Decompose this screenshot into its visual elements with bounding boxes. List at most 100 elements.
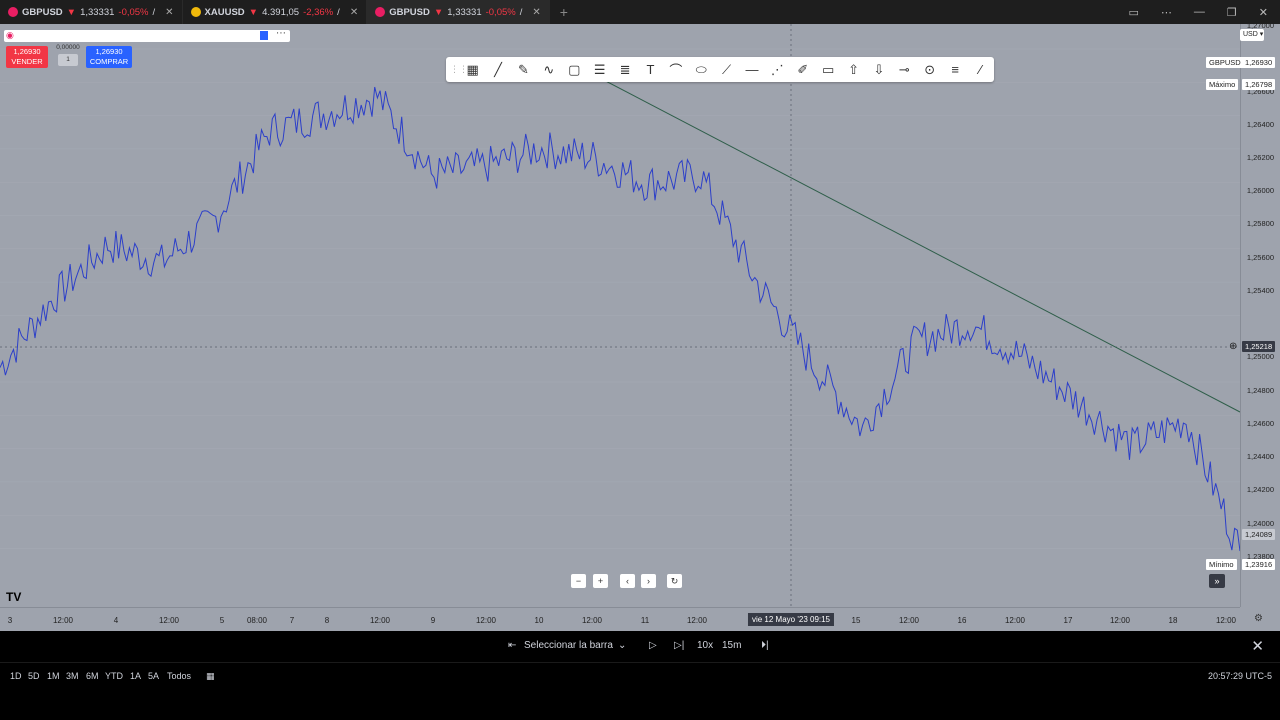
- horizontal-line-icon[interactable]: —: [739, 57, 764, 82]
- tab-price: 1,33331: [447, 6, 482, 18]
- time-tick: 3: [7, 616, 13, 625]
- drag-handle-icon[interactable]: ⋮⋮: [450, 64, 468, 75]
- tab-gbpusd-2[interactable]: GBPUSD ▼ 1,33331 -0,05% / ✕: [367, 0, 550, 24]
- range-all[interactable]: Todos: [167, 671, 191, 681]
- pen-icon[interactable]: ✐: [790, 57, 815, 82]
- reset-chart-button[interactable]: ↻: [667, 574, 682, 588]
- app-logo-icon: ◉: [6, 30, 14, 40]
- sell-button[interactable]: 1,26930 VENDER: [6, 46, 48, 68]
- new-tab-icon[interactable]: +: [550, 0, 578, 24]
- text-icon[interactable]: T: [638, 57, 663, 82]
- price-series-line: [0, 86, 1240, 552]
- range-3m[interactable]: 3M: [66, 671, 79, 681]
- go-to-realtime-button[interactable]: »: [1209, 574, 1225, 588]
- time-tick: 12:00: [686, 616, 708, 625]
- tab-gbpusd-1[interactable]: GBPUSD ▼ 1,33331 -0,05% / ✕: [0, 0, 183, 24]
- symbol-tag-value: 1,26930: [1245, 58, 1273, 67]
- symbol-search-bar[interactable]: ◉ ⋯: [4, 28, 290, 42]
- close-tab-icon[interactable]: ✕: [350, 7, 358, 18]
- ellipse-icon[interactable]: ⬭: [689, 57, 714, 82]
- minimize-icon[interactable]: —: [1194, 6, 1205, 18]
- arrow-up-icon[interactable]: ⇧: [841, 57, 866, 82]
- replay-interval[interactable]: 15m: [722, 640, 741, 651]
- range-1a[interactable]: 1A: [130, 671, 141, 681]
- chart-area[interactable]: [0, 24, 1280, 631]
- channel-icon[interactable]: ≣: [612, 57, 637, 82]
- calendar-icon[interactable]: ▦: [206, 671, 215, 682]
- symbol-price-value: 1,26930: [1242, 57, 1276, 68]
- currency-selector[interactable]: USD ▾: [1240, 29, 1264, 41]
- more-icon[interactable]: ⋯: [276, 28, 286, 39]
- ray-icon[interactable]: ⟋: [714, 57, 739, 82]
- range-1m[interactable]: 1M: [47, 671, 60, 681]
- more-icon[interactable]: ⋯: [1161, 6, 1172, 19]
- price-tick: 1,26000: [1246, 186, 1274, 195]
- scroll-left-button[interactable]: ‹: [620, 574, 635, 588]
- target-icon[interactable]: ⊙: [917, 57, 942, 82]
- rectangle-icon[interactable]: ▢: [562, 57, 587, 82]
- range-ytd[interactable]: YTD: [105, 671, 123, 681]
- gbpusd-flag-icon: [8, 7, 18, 17]
- zigzag-icon[interactable]: ∿: [536, 57, 561, 82]
- fib-icon[interactable]: ☰: [587, 57, 612, 82]
- select-bar-button[interactable]: Seleccionar la barra: [524, 640, 613, 651]
- time-axis[interactable]: 12:00 18 12:00 17 12:00 16 12:00 15 12:00 11 12:00…: [0, 607, 1240, 631]
- min-label-tag: Mínimo: [1206, 559, 1237, 570]
- tab-xauusd[interactable]: XAUUSD ▼ 4.391,05 -2,36% / ✕: [183, 0, 368, 24]
- close-replay-icon[interactable]: ✕: [1251, 637, 1264, 655]
- close-window-icon[interactable]: ✕: [1259, 6, 1268, 19]
- zoom-out-button[interactable]: −: [571, 574, 586, 588]
- buy-button[interactable]: 1,26930 COMPRAR: [86, 46, 132, 68]
- time-tick: 8: [324, 616, 330, 625]
- price-tick: 1,26400: [1246, 120, 1274, 129]
- brush-icon[interactable]: ✎: [511, 57, 536, 82]
- time-tick: 12:00: [1215, 616, 1237, 625]
- price-tick: 1,24400: [1246, 452, 1274, 461]
- clock: 20:57:29 UTC-5: [1207, 671, 1272, 681]
- ray-line-icon[interactable]: ⊸: [892, 57, 917, 82]
- replay-speed[interactable]: 10x: [697, 640, 713, 651]
- settings-icon[interactable]: ⚙: [1254, 613, 1263, 624]
- time-tick: 18: [1168, 616, 1178, 625]
- pattern-icon[interactable]: ⋰: [765, 57, 790, 82]
- step-forward-icon[interactable]: ▷|: [674, 640, 684, 651]
- grid-icon[interactable]: ▦: [460, 57, 485, 82]
- range-5d[interactable]: 5D: [28, 671, 40, 681]
- color-picker-icon[interactable]: ⁄: [968, 57, 993, 82]
- range-6m[interactable]: 6M: [86, 671, 99, 681]
- range-1d[interactable]: 1D: [10, 671, 22, 681]
- play-icon[interactable]: ▷: [649, 640, 657, 651]
- quantity-field[interactable]: 0,00000 1: [55, 44, 81, 70]
- curve-icon[interactable]: ⌒: [663, 57, 688, 82]
- tab-separator: /: [519, 6, 523, 18]
- time-tick: 4: [113, 616, 119, 625]
- price-tick: 1,25400: [1246, 286, 1274, 295]
- range-5a[interactable]: 5A: [148, 671, 159, 681]
- callout-icon[interactable]: ▭: [815, 57, 840, 82]
- maximize-icon[interactable]: ❐: [1227, 6, 1237, 19]
- lines-icon[interactable]: ≡: [942, 57, 967, 82]
- price-chart[interactable]: [0, 24, 1240, 607]
- close-tab-icon[interactable]: ✕: [532, 7, 540, 18]
- close-tab-icon[interactable]: ✕: [165, 7, 173, 18]
- currency-label: USD: [1243, 31, 1258, 38]
- tab-price: 4.391,05: [262, 6, 300, 18]
- buy-label: COMPRAR: [89, 57, 129, 66]
- quantity-value[interactable]: 1: [58, 54, 78, 66]
- sell-price: 1,26930: [13, 47, 41, 56]
- layout-icon[interactable]: ▭: [1129, 6, 1139, 19]
- jump-to-realtime-icon[interactable]: ⏵|: [761, 640, 769, 651]
- price-tick: 1,25800: [1246, 219, 1274, 228]
- browser-tab-bar: GBPUSD ▼ 1,33331 -0,05% / ✕ XAUUSD ▼ 4.3…: [0, 0, 1280, 24]
- select-bar-icon[interactable]: ⇤: [508, 640, 516, 651]
- scroll-right-button[interactable]: ›: [641, 574, 656, 588]
- crosshair-plus-icon[interactable]: ⊕: [1226, 341, 1240, 352]
- trend-line-icon[interactable]: ╱: [485, 57, 510, 82]
- time-tick: 9: [430, 616, 436, 625]
- zoom-in-button[interactable]: +: [593, 574, 608, 588]
- price-axis[interactable]: 1,27000 1,26600 1,26400 1,26200 1,26000 1,258…: [1240, 21, 1280, 607]
- down-arrow-icon: ▼: [433, 6, 444, 18]
- arrow-down-icon[interactable]: ⇩: [866, 57, 891, 82]
- chevron-down-icon[interactable]: ⌄: [618, 640, 626, 651]
- tab-symbol: GBPUSD: [389, 6, 430, 18]
